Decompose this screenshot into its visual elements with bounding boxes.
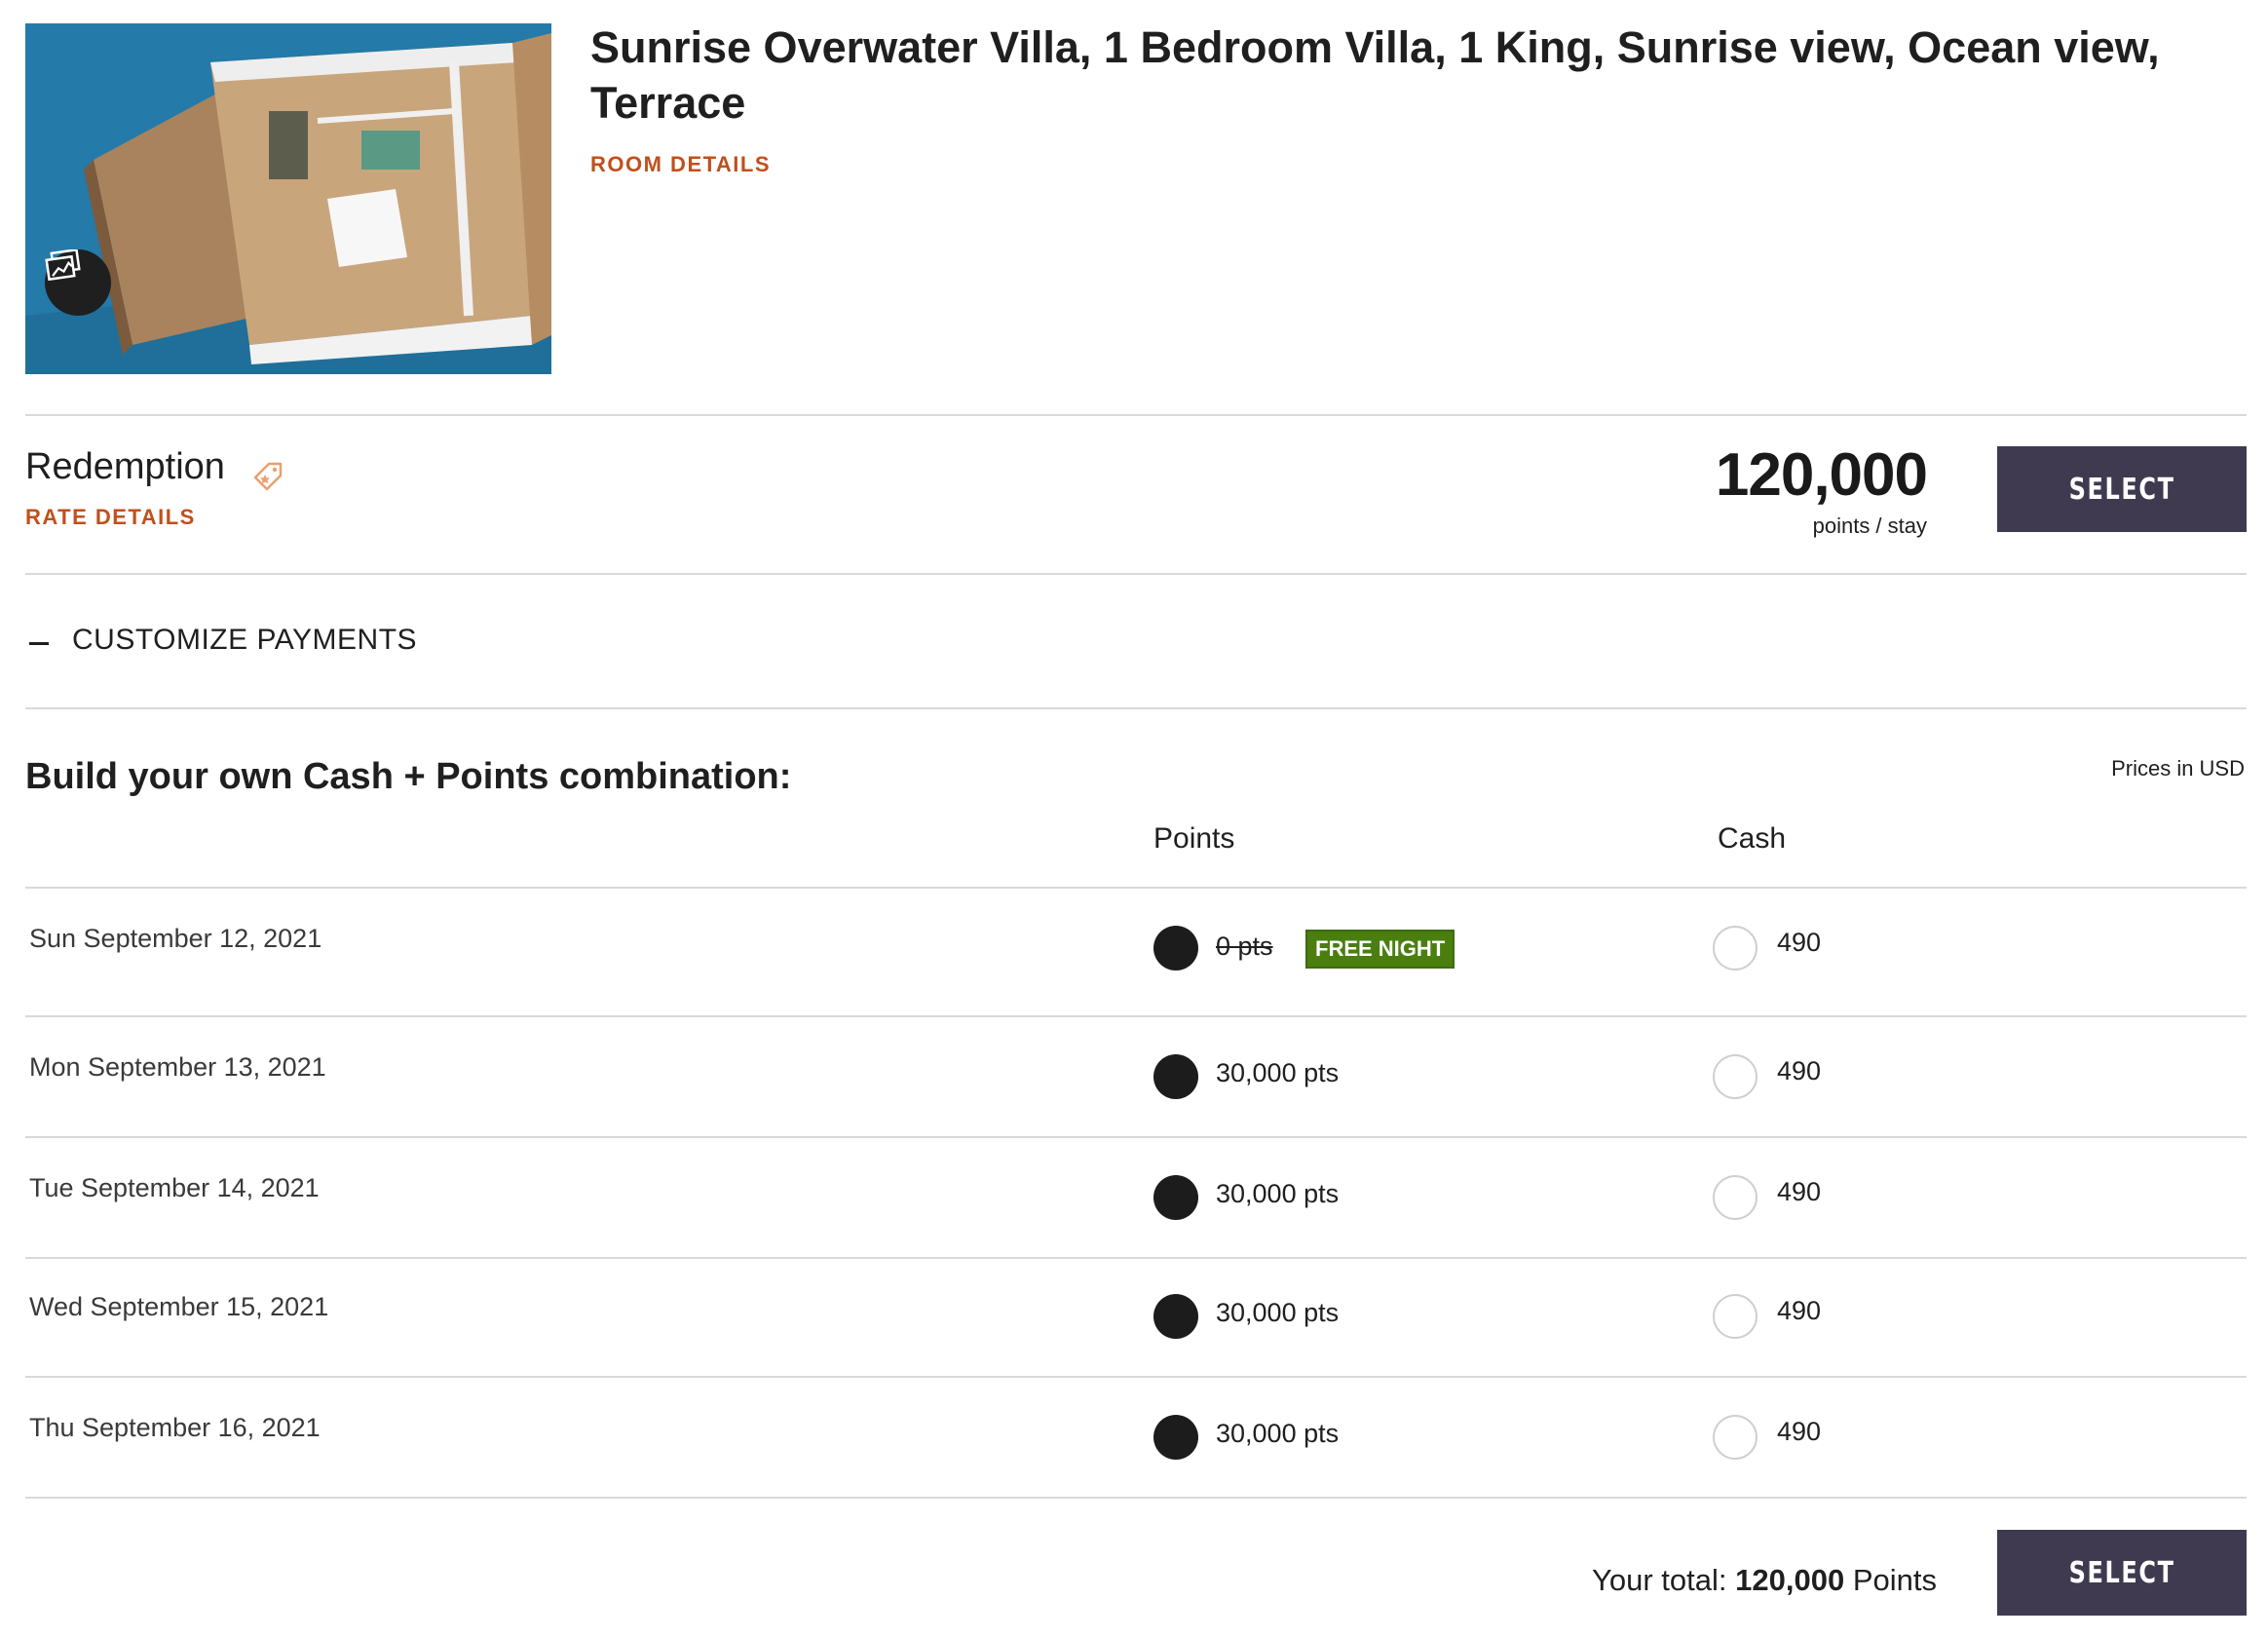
cash-column-header: Cash: [1718, 822, 1787, 855]
table-row: Wed September 15, 2021 30,000 pts 490: [25, 1257, 2247, 1376]
divider: [25, 1497, 2247, 1499]
customize-payments-label: CUSTOMIZE PAYMENTS: [72, 624, 418, 656]
villa-floorplan-illustration: [25, 23, 551, 374]
cash-radio[interactable]: [1713, 926, 1758, 971]
row-date: Wed September 15, 2021: [29, 1292, 329, 1321]
row-points: 0 pts: [1216, 932, 1273, 961]
points-radio-selected[interactable]: [1153, 1054, 1198, 1099]
row-points: 30,000 pts: [1216, 1298, 1340, 1327]
free-night-badge: FREE NIGHT: [1305, 930, 1455, 969]
total-unit: Points: [1852, 1563, 1937, 1597]
row-date: Sun September 12, 2021: [29, 924, 322, 953]
divider: [25, 573, 2247, 575]
customize-payments-toggle[interactable]: CUSTOMIZE PAYMENTS: [29, 624, 417, 657]
row-date: Tue September 14, 2021: [29, 1173, 320, 1202]
image-gallery-icon: [45, 249, 81, 281]
points-radio-selected[interactable]: [1153, 1175, 1198, 1220]
rate-points-total: 120,000: [1715, 441, 1928, 509]
room-details-link[interactable]: ROOM DETAILS: [590, 152, 771, 177]
total-value: 120,000: [1735, 1563, 1845, 1597]
row-points: 30,000 pts: [1216, 1419, 1340, 1448]
points-radio-selected[interactable]: [1153, 1294, 1198, 1339]
row-points: 30,000 pts: [1216, 1179, 1340, 1208]
minus-icon: [29, 641, 49, 645]
points-radio-selected[interactable]: [1153, 1415, 1198, 1460]
select-rate-button-label: SELECT: [2068, 472, 2175, 507]
table-row: Tue September 14, 2021 30,000 pts 490: [25, 1136, 2247, 1257]
table-row: Mon September 13, 2021 30,000 pts 490: [25, 1015, 2247, 1136]
row-cash: 490: [1777, 1177, 1822, 1206]
gallery-button[interactable]: [45, 249, 111, 316]
tag-icon: [253, 462, 283, 491]
row-cash: 490: [1777, 1296, 1822, 1325]
currency-note: Prices in USD: [2111, 756, 2245, 780]
cash-radio[interactable]: [1713, 1294, 1758, 1339]
row-cash: 490: [1777, 1417, 1822, 1446]
divider: [25, 414, 2247, 416]
divider: [25, 707, 2247, 709]
select-combination-button[interactable]: SELECT: [1997, 1530, 2247, 1616]
rate-details-link[interactable]: RATE DETAILS: [25, 505, 196, 530]
row-cash: 490: [1777, 1056, 1822, 1085]
row-date: Thu September 16, 2021: [29, 1413, 321, 1442]
row-cash: 490: [1777, 928, 1822, 957]
cash-radio[interactable]: [1713, 1415, 1758, 1460]
combination-heading: Build your own Cash + Points combination…: [25, 756, 792, 797]
points-column-header: Points: [1153, 822, 1235, 855]
select-combination-button-label: SELECT: [2068, 1555, 2175, 1590]
row-date: Mon September 13, 2021: [29, 1052, 326, 1082]
total-summary: Your total: 120,000 Points: [1592, 1563, 1937, 1598]
cash-radio[interactable]: [1713, 1175, 1758, 1220]
cash-radio[interactable]: [1713, 1054, 1758, 1099]
table-row: Thu September 16, 2021 30,000 pts 490: [25, 1376, 2247, 1497]
select-rate-button[interactable]: SELECT: [1997, 446, 2247, 532]
room-image[interactable]: [25, 23, 551, 374]
room-title: Sunrise Overwater Villa, 1 Bedroom Villa…: [590, 22, 2160, 128]
row-points: 30,000 pts: [1216, 1058, 1340, 1087]
total-label: Your total:: [1592, 1563, 1727, 1597]
points-radio-selected[interactable]: [1153, 926, 1198, 971]
rate-name: Redemption: [25, 446, 225, 487]
table-row: Sun September 12, 2021 0 pts FREE NIGHT …: [25, 887, 2247, 1015]
rate-points-unit: points / stay: [1812, 514, 1927, 538]
